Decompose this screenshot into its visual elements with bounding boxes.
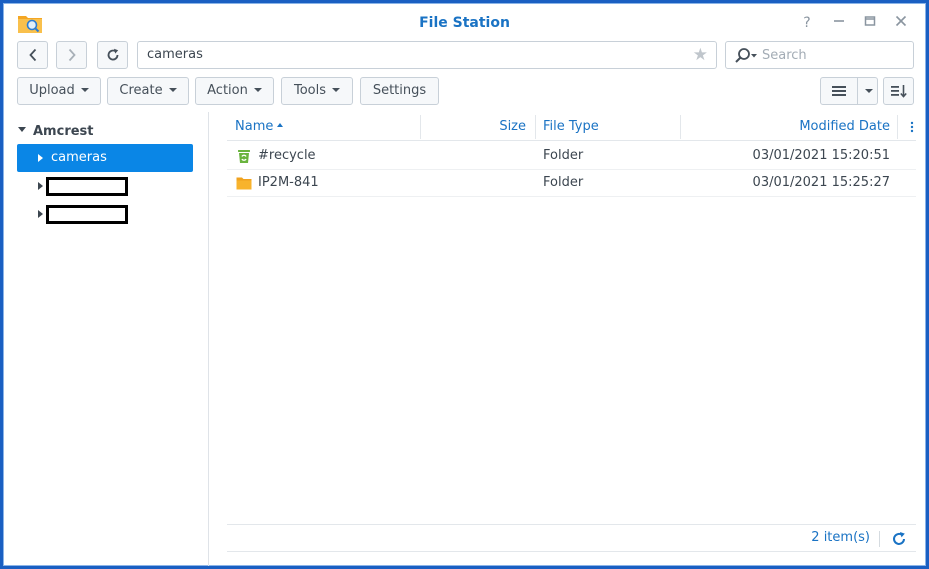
column-header-modified[interactable]: Modified Date — [680, 113, 890, 141]
column-separator[interactable] — [897, 115, 898, 139]
expand-arrow-icon[interactable] — [38, 210, 43, 218]
chevron-down-icon — [253, 87, 262, 92]
list-view-icon — [832, 86, 846, 96]
action-button[interactable]: Action — [195, 77, 274, 105]
create-label: Create — [119, 83, 163, 98]
column-modified-label: Modified Date — [799, 119, 890, 134]
back-button[interactable] — [17, 41, 48, 69]
tools-label: Tools — [293, 83, 327, 98]
column-header-name[interactable]: Name — [235, 113, 284, 141]
chevron-left-icon — [28, 48, 36, 62]
recycle-bin-icon — [238, 150, 250, 163]
column-separator[interactable] — [535, 115, 536, 139]
folder-icon — [236, 177, 252, 190]
expand-arrow-icon[interactable] — [18, 127, 26, 132]
sort-ascending-icon — [277, 122, 284, 127]
item-count: 2 item(s) — [811, 530, 870, 545]
tree-root-amcrest[interactable]: Amcrest — [18, 123, 94, 141]
redacted-label — [46, 177, 128, 196]
file-station-window: File Station ? cameras ★ Upload — [3, 3, 926, 566]
list-header: Name Size File Type Modified Date — [227, 113, 916, 141]
footer-divider — [227, 524, 916, 525]
path-bar[interactable]: cameras ★ — [137, 41, 717, 69]
footer-separator — [879, 531, 880, 547]
list-row-recycle[interactable]: #recycle Folder 03/01/2021 15:20:51 — [227, 143, 916, 170]
minimize-icon[interactable] — [830, 14, 848, 32]
window-title: File Station — [419, 15, 510, 31]
refresh-button[interactable] — [97, 41, 128, 69]
sort-button[interactable] — [883, 77, 914, 105]
search-icon[interactable] — [734, 47, 758, 65]
help-icon[interactable]: ? — [798, 14, 816, 32]
redacted-label — [46, 205, 128, 224]
chevron-down-icon — [80, 87, 89, 92]
chevron-right-icon — [68, 48, 76, 62]
chevron-down-icon — [332, 87, 341, 92]
search-input[interactable] — [762, 45, 907, 65]
view-button-divider — [857, 78, 858, 104]
maximize-icon[interactable] — [861, 14, 879, 32]
star-icon[interactable]: ★ — [693, 45, 708, 65]
current-path: cameras — [147, 47, 203, 62]
tree-root-label: Amcrest — [33, 124, 94, 139]
column-header-size[interactable]: Size — [420, 113, 526, 141]
panel-divider[interactable] — [208, 112, 209, 566]
column-size-label: Size — [499, 119, 526, 134]
file-name: IP2M-841 — [258, 175, 319, 190]
list-row-ip2m-841[interactable]: IP2M-841 Folder 03/01/2021 15:25:27 — [227, 170, 916, 197]
forward-button[interactable] — [56, 41, 87, 69]
expand-arrow-icon[interactable] — [38, 182, 43, 190]
column-header-type[interactable]: File Type — [543, 113, 599, 141]
title-bar: File Station ? — [4, 4, 925, 40]
tree-item-cameras[interactable]: cameras — [17, 144, 193, 172]
file-modified: 03/01/2021 15:20:51 — [752, 148, 890, 163]
view-mode-button[interactable] — [820, 77, 878, 105]
tree-item-label: cameras — [51, 150, 107, 165]
tree-item-redacted-1[interactable] — [17, 172, 193, 200]
file-type: Folder — [543, 175, 584, 190]
search-box[interactable] — [725, 41, 914, 69]
column-menu-icon[interactable] — [910, 121, 914, 133]
create-button[interactable]: Create — [107, 77, 189, 105]
refresh-icon — [107, 48, 118, 61]
settings-label: Settings — [372, 83, 427, 98]
footer-bottom-divider — [227, 551, 916, 552]
file-modified: 03/01/2021 15:25:27 — [752, 175, 890, 190]
column-name-label: Name — [235, 119, 274, 134]
action-label: Action — [207, 83, 248, 98]
close-icon[interactable] — [892, 14, 910, 32]
chevron-down-icon[interactable] — [865, 89, 873, 93]
upload-label: Upload — [29, 83, 75, 98]
upload-button[interactable]: Upload — [17, 77, 101, 105]
file-type: Folder — [543, 148, 584, 163]
refresh-icon[interactable] — [891, 531, 907, 547]
tree-item-redacted-2[interactable] — [17, 200, 193, 228]
file-name: #recycle — [258, 148, 316, 163]
sort-icon — [891, 85, 907, 98]
folder-tree: Amcrest cameras — [4, 112, 208, 566]
expand-arrow-icon[interactable] — [38, 154, 43, 162]
tools-button[interactable]: Tools — [281, 77, 353, 105]
chevron-down-icon — [168, 87, 177, 92]
column-type-label: File Type — [543, 119, 599, 134]
settings-button[interactable]: Settings — [360, 77, 439, 105]
